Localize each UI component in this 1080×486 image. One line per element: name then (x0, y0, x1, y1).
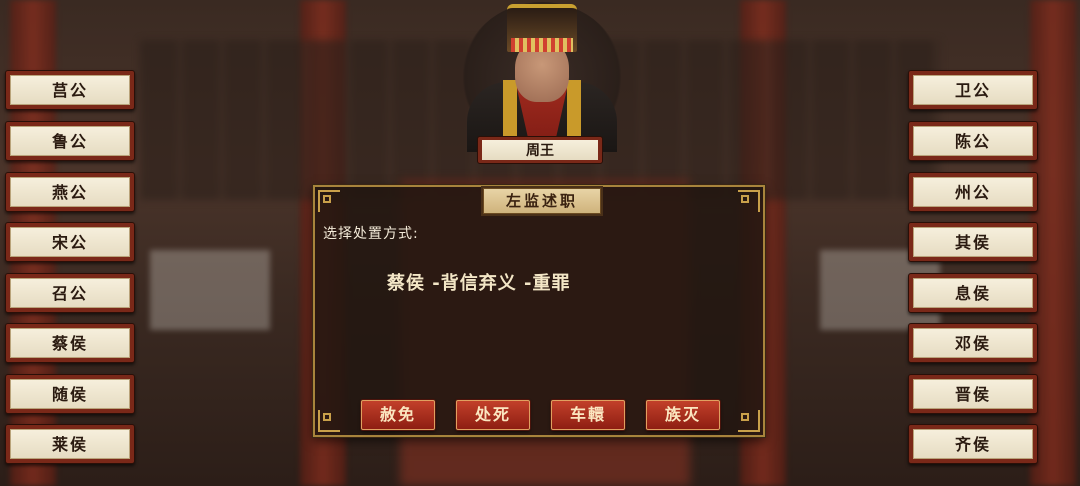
judgement-dialog: 左监述职 选择处置方式: 蔡侯 -背信弃义 -重罪 赦免 处死 车轘 族灭 (313, 185, 765, 437)
noble-name: 其侯 (954, 233, 991, 252)
noble-plaque[interactable]: 邓侯 (908, 323, 1038, 363)
noble-name: 随侯 (51, 385, 88, 404)
noble-name: 鲁公 (51, 132, 88, 151)
noble-name: 燕公 (51, 183, 88, 202)
noble-name: 莒公 (51, 81, 88, 100)
pardon-button[interactable]: 赦免 (361, 400, 435, 430)
noble-plaque[interactable]: 鲁公 (5, 121, 135, 161)
noble-name: 蔡侯 (51, 334, 88, 353)
exterminate-clan-button[interactable]: 族灭 (646, 400, 720, 430)
portrait-name: 周王 (526, 143, 554, 159)
portrait-name-plaque: 周王 (477, 136, 603, 164)
noble-plaque[interactable]: 蔡侯 (5, 323, 135, 363)
noble-plaque[interactable]: 召公 (5, 273, 135, 313)
noble-name: 卫公 (954, 81, 991, 100)
noble-name: 齐侯 (954, 435, 991, 454)
noble-name: 州公 (954, 183, 991, 202)
noble-plaque[interactable]: 息侯 (908, 273, 1038, 313)
corner-ornament (738, 190, 760, 212)
noble-plaque[interactable]: 卫公 (908, 70, 1038, 110)
noble-name: 晋侯 (954, 385, 991, 404)
verdict-text: 蔡侯 -背信弃义 -重罪 (387, 273, 571, 294)
dismember-button[interactable]: 车轘 (551, 400, 625, 430)
noble-name: 邓侯 (954, 334, 991, 353)
noble-name: 陈公 (954, 132, 991, 151)
noble-plaque[interactable]: 其侯 (908, 222, 1038, 262)
corner-ornament (738, 410, 760, 432)
noble-name: 莱侯 (51, 435, 88, 454)
noble-plaque[interactable]: 莒公 (5, 70, 135, 110)
dialog-title: 左监述职 (483, 188, 601, 214)
noble-name: 召公 (51, 284, 88, 303)
king-portrait: 周王 (457, 0, 627, 164)
noble-name: 宋公 (51, 233, 88, 252)
noble-plaque[interactable]: 燕公 (5, 172, 135, 212)
noble-plaque[interactable]: 莱侯 (5, 424, 135, 464)
noble-plaque[interactable]: 齐侯 (908, 424, 1038, 464)
dialog-prompt: 选择处置方式: (323, 226, 419, 242)
noble-plaque[interactable]: 州公 (908, 172, 1038, 212)
noble-plaque[interactable]: 随侯 (5, 374, 135, 414)
noble-plaque[interactable]: 宋公 (5, 222, 135, 262)
corner-ornament (318, 410, 340, 432)
noble-name: 息侯 (954, 284, 991, 303)
execute-button[interactable]: 处死 (456, 400, 530, 430)
crown-icon (507, 4, 577, 52)
corner-ornament (318, 190, 340, 212)
noble-plaque[interactable]: 陈公 (908, 121, 1038, 161)
noble-plaque[interactable]: 晋侯 (908, 374, 1038, 414)
